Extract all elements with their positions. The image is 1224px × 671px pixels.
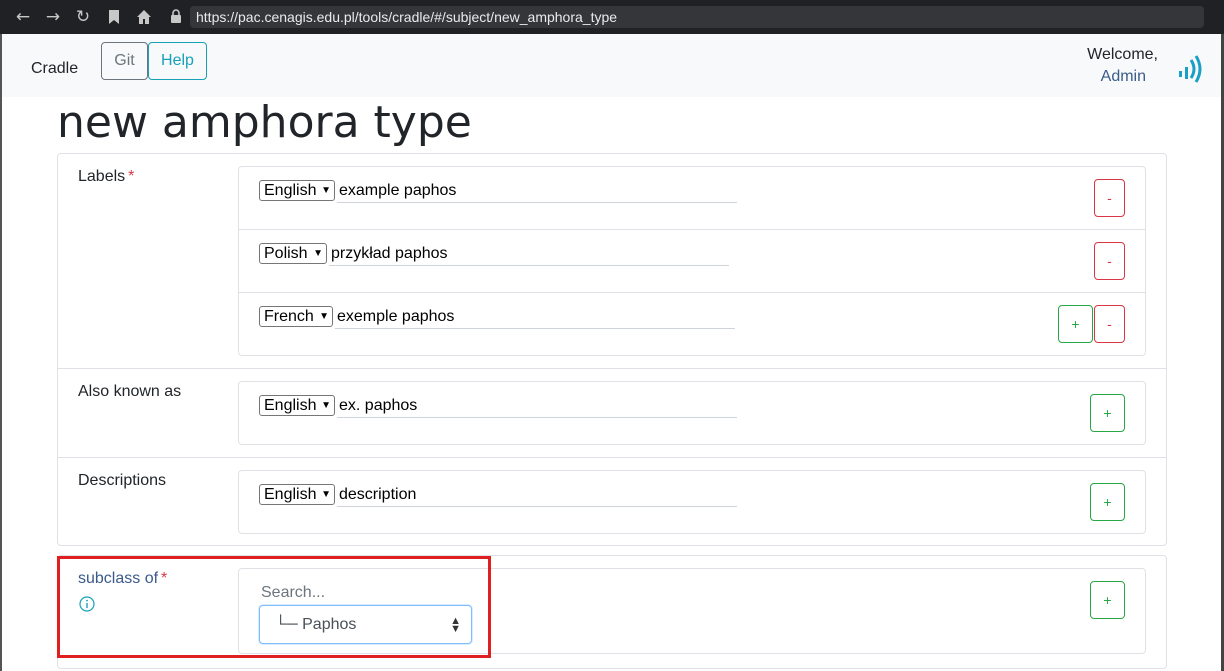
remove-label-button[interactable]: - <box>1094 242 1125 280</box>
row-divider <box>58 457 1166 458</box>
welcome-text: Welcome, <box>1087 46 1158 63</box>
also-known-as-field-label: Also known as <box>78 383 182 400</box>
add-label-button[interactable]: + <box>1058 305 1093 343</box>
address-bar[interactable]: https://pac.cenagis.edu.pl/tools/cradle/… <box>190 6 1204 28</box>
home-icon[interactable] <box>133 6 155 28</box>
chevron-down-icon: ▼ <box>321 185 331 196</box>
label-input[interactable]: exemple paphos <box>335 305 735 329</box>
page-title: new amphora type <box>57 97 472 148</box>
chevron-down-icon: ▼ <box>321 400 331 411</box>
remove-label-button[interactable]: - <box>1094 305 1125 343</box>
info-circle-icon[interactable] <box>79 596 95 612</box>
reload-icon[interactable]: ↻ <box>72 6 94 28</box>
browser-toolbar: ← → ↻ https://pac.cenagis.edu.pl/tools/c… <box>0 0 1224 34</box>
help-button[interactable]: Help <box>148 42 207 80</box>
add-alias-button[interactable]: + <box>1090 394 1125 432</box>
language-select[interactable]: English ▼ <box>259 395 335 416</box>
alias-input[interactable]: ex. paphos <box>337 394 737 418</box>
required-mark: * <box>128 168 135 185</box>
remove-label-button[interactable]: - <box>1094 179 1125 217</box>
description-input[interactable]: description <box>337 483 737 507</box>
user-link[interactable]: Admin <box>1060 66 1146 88</box>
language-select[interactable]: Polish ▼ <box>259 243 327 264</box>
row-divider <box>58 368 1166 369</box>
add-subclass-button[interactable]: + <box>1090 581 1125 619</box>
label-input[interactable]: przykład paphos <box>329 242 729 266</box>
language-select[interactable]: English ▼ <box>259 484 335 505</box>
git-button[interactable]: Git <box>101 42 148 80</box>
add-description-button[interactable]: + <box>1090 483 1125 521</box>
required-mark: * <box>161 570 168 587</box>
chevron-down-icon: ▼ <box>319 311 329 322</box>
chevron-down-icon: ▼ <box>321 489 331 500</box>
subclass-of-field-label: subclass of * <box>78 570 168 587</box>
list-divider <box>239 292 1145 293</box>
cradle-logo-icon[interactable] <box>1176 54 1204 84</box>
language-select[interactable]: English ▼ <box>259 180 335 201</box>
window-edge <box>0 34 2 671</box>
subclass-select[interactable]: └─ Paphos ▲ ▼ <box>259 605 472 644</box>
lock-icon[interactable] <box>170 9 182 23</box>
language-select[interactable]: French ▼ <box>259 306 333 327</box>
forward-icon[interactable]: → <box>42 6 64 28</box>
descriptions-field-label: Descriptions <box>78 472 167 489</box>
updown-icon: ▲ ▼ <box>450 615 461 635</box>
chevron-down-icon: ▼ <box>313 248 323 259</box>
brand-link[interactable]: Cradle <box>31 60 78 78</box>
label-input[interactable]: example paphos <box>337 179 737 203</box>
list-divider <box>239 229 1145 230</box>
back-icon[interactable]: ← <box>12 6 34 28</box>
search-input[interactable]: Search... <box>261 582 325 604</box>
labels-field-label: Labels * <box>78 168 135 185</box>
bookmark-icon[interactable] <box>103 6 125 28</box>
